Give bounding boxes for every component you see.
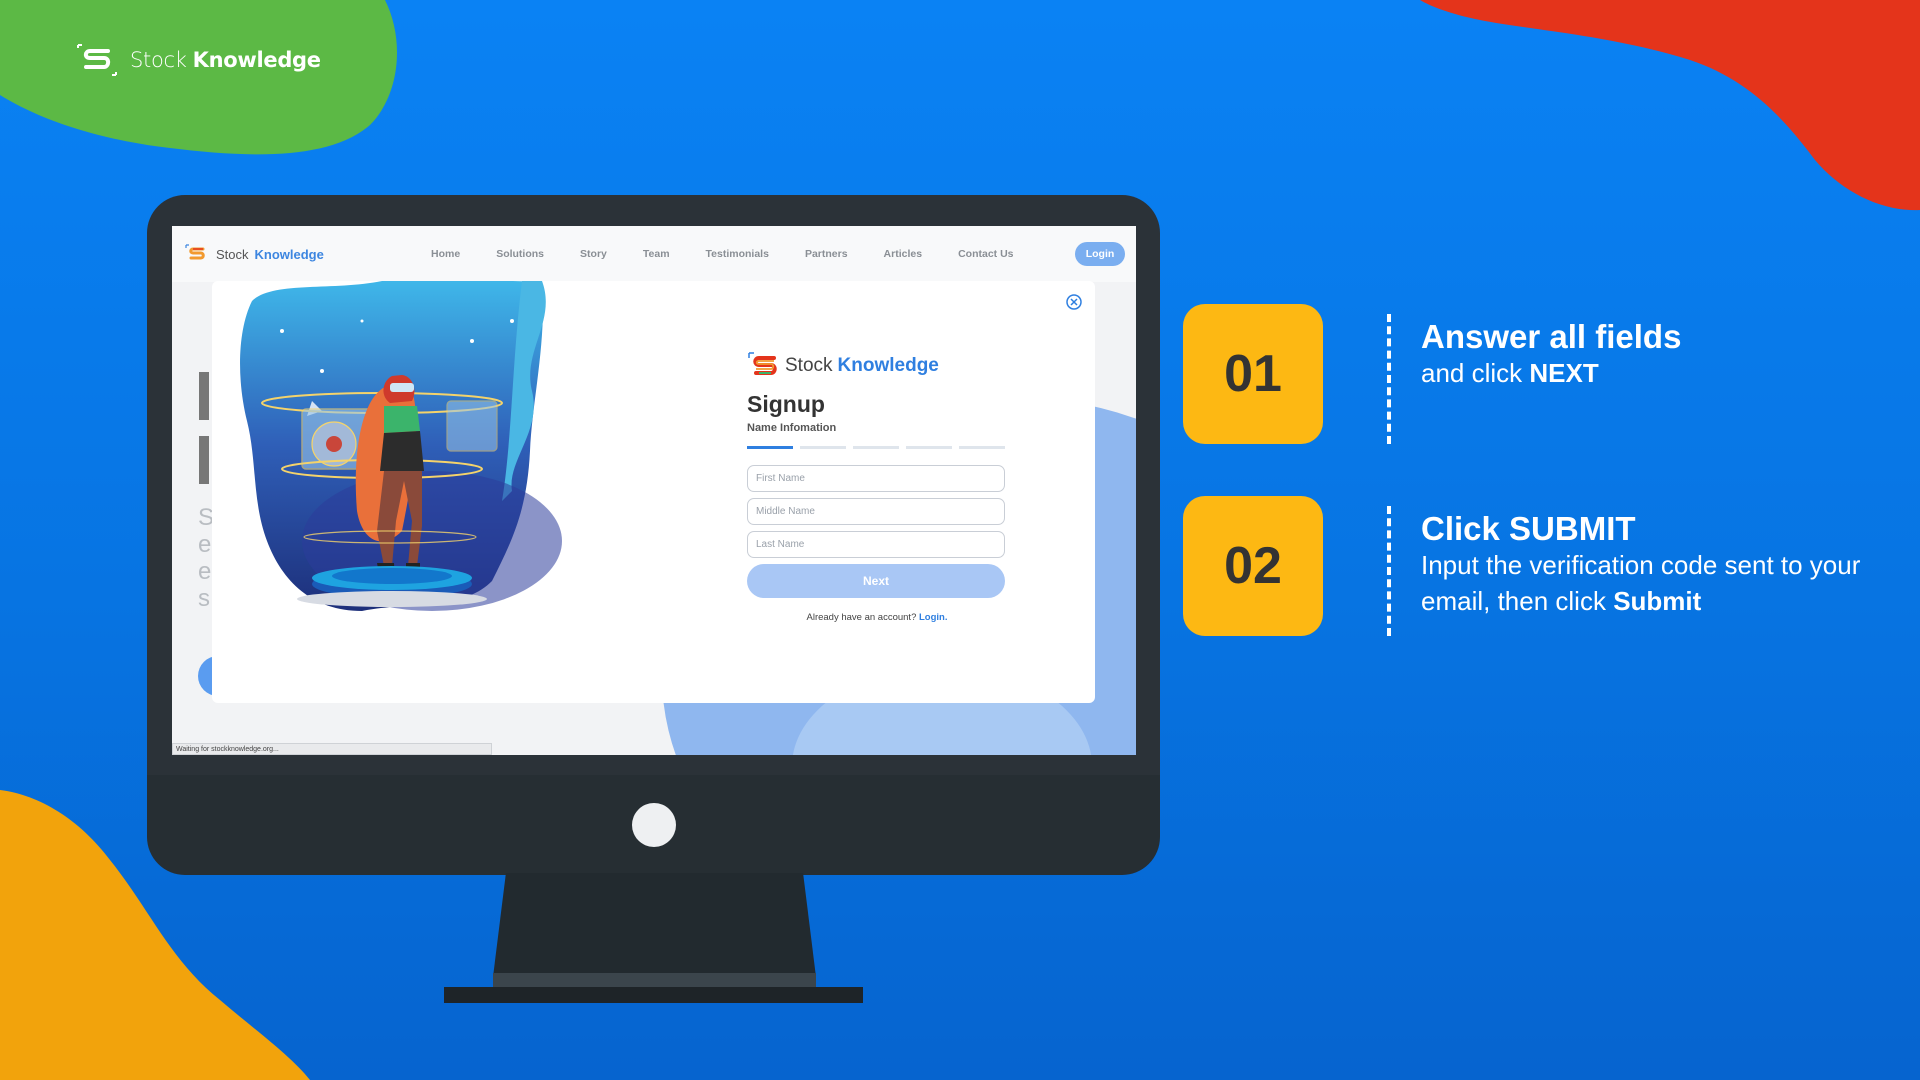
nav-login-button[interactable]: Login [1075, 242, 1125, 266]
step-indicator [800, 446, 846, 449]
site-navbar: Stock Knowledge Home Solutions Story Tea… [172, 226, 1136, 282]
nav-link-partners[interactable]: Partners [805, 248, 848, 260]
monitor-base [444, 987, 863, 1003]
next-button[interactable]: Next [747, 564, 1005, 598]
green-blob-decoration [0, 0, 397, 155]
signup-form: Stock Knowledge Signup Name Infomation F… [747, 351, 1007, 623]
monitor-screen: S e e s Stock Knowledge Home Solutions S… [172, 226, 1136, 755]
brand-word-stock: Stock [130, 48, 187, 72]
step-text: and click [1421, 358, 1530, 388]
nav-link-team[interactable]: Team [643, 248, 670, 260]
already-account-text: Already have an account? [806, 612, 917, 623]
step-divider [1387, 506, 1391, 636]
login-link[interactable]: Login. [919, 612, 948, 623]
step-heading: Answer all fields [1421, 318, 1682, 355]
first-name-field[interactable]: First Name [747, 465, 1005, 492]
step-indicator [747, 446, 793, 449]
nav-link-solutions[interactable]: Solutions [496, 248, 544, 260]
nav-link-story[interactable]: Story [580, 248, 607, 260]
step-text: Input the verification code sent to your [1421, 550, 1861, 580]
step-indicator [959, 446, 1005, 449]
modal-logo: Stock Knowledge [747, 351, 1007, 381]
nav-link-articles[interactable]: Articles [884, 248, 923, 260]
step-emphasis: NEXT [1529, 358, 1599, 388]
background-heading-block [199, 372, 209, 420]
modal-logo-icon [748, 352, 777, 375]
browser-status-bar: Waiting for stockknowledge.org... [172, 743, 492, 755]
last-name-field[interactable]: Last Name [747, 531, 1005, 558]
step-progress [747, 446, 1007, 449]
step-indicator [906, 446, 952, 449]
nav-link-testimonials[interactable]: Testimonials [706, 248, 769, 260]
step-number-badge: 01 [1183, 304, 1323, 444]
vr-woman-illustration [240, 281, 562, 611]
signup-modal: Stock Knowledge Signup Name Infomation F… [212, 281, 1095, 703]
red-blob-decoration [1420, 0, 1920, 211]
step-description: and click NEXT [1421, 355, 1599, 391]
middle-name-field[interactable]: Middle Name [747, 498, 1005, 525]
site-logo-word-knowledge: Knowledge [254, 246, 324, 262]
signup-subtitle: Name Infomation [747, 422, 837, 434]
nav-link-home[interactable]: Home [431, 248, 460, 260]
step-description: Input the verification code sent to your… [1421, 547, 1860, 619]
login-prompt: Already have an account? Login. [747, 612, 1007, 623]
step-number-badge: 02 [1183, 496, 1323, 636]
site-logo-word-stock: Stock [216, 246, 249, 262]
monitor-stand [493, 873, 816, 977]
monitor-stand-shadow [493, 973, 816, 987]
close-icon[interactable] [1065, 293, 1083, 311]
brand-logo: Stock Knowledge [74, 42, 321, 78]
stock-knowledge-logo-icon [77, 44, 117, 76]
step-divider [1387, 314, 1391, 444]
modal-logo-word-stock: Stock [785, 355, 833, 376]
step-emphasis: Submit [1613, 586, 1702, 616]
monitor-power-button [632, 803, 676, 847]
step-text: email, then click [1421, 586, 1614, 616]
step-heading: Click SUBMIT [1421, 510, 1636, 547]
nav-link-contact-us[interactable]: Contact Us [958, 248, 1013, 260]
step-indicator [853, 446, 899, 449]
site-logo-icon [185, 244, 205, 260]
background-heading-block [199, 436, 209, 484]
modal-logo-word-knowledge: Knowledge [837, 355, 939, 376]
nav-links: Home Solutions Story Team Testimonials P… [431, 226, 1050, 282]
brand-word-knowledge: Knowledge [192, 48, 321, 72]
signup-title: Signup [747, 391, 825, 417]
